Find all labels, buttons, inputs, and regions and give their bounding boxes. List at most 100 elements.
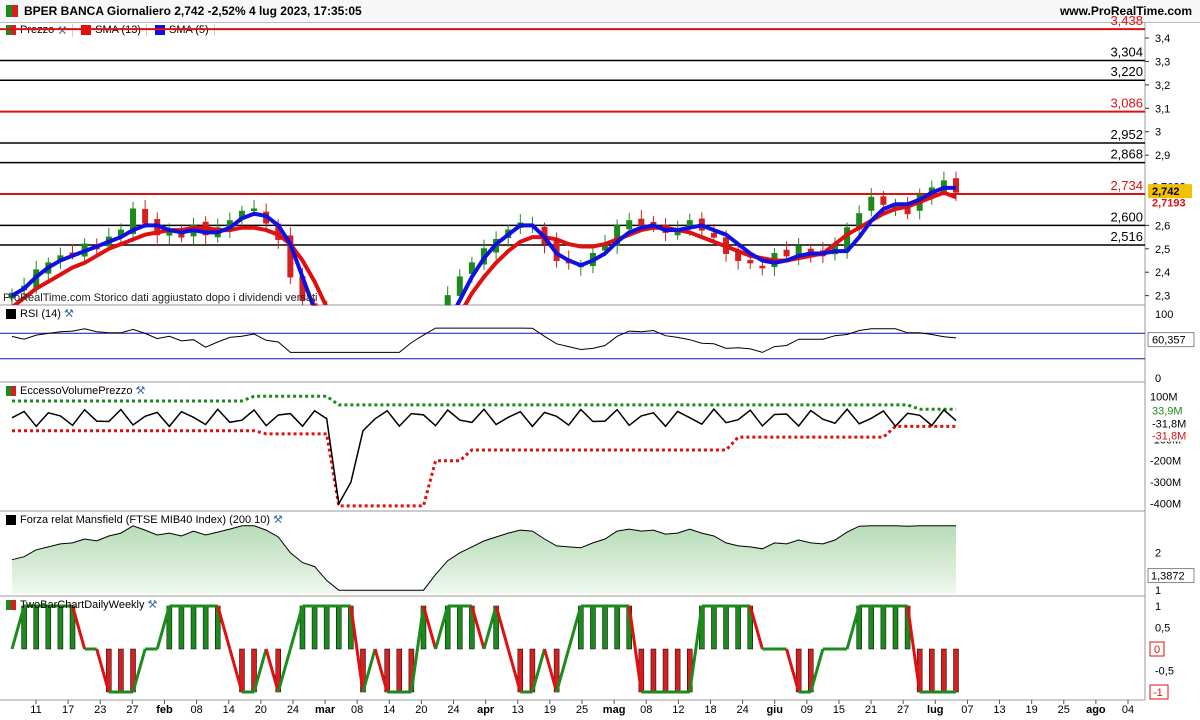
candle-body: [638, 218, 645, 226]
twobar-bar: [723, 605, 729, 650]
rsi-title: RSI (14): [20, 307, 61, 320]
volume-axis-label: -300M: [1150, 477, 1181, 489]
rsi-swatch-icon: [6, 308, 16, 319]
level-label: 2,868: [1110, 147, 1143, 162]
volume-axis-label: 100M: [1150, 391, 1178, 403]
mansfield-area: [12, 525, 956, 594]
x-axis-label: 12: [672, 704, 684, 716]
x-axis-label: 19: [1026, 704, 1038, 716]
twobar-bar: [711, 605, 717, 650]
candle-body: [142, 209, 149, 224]
mansfield-title: Forza relat Mansfield (FTSE MIB40 Index)…: [20, 513, 271, 526]
twobar-bar: [953, 648, 959, 693]
volume-legend[interactable]: EccessoVolumePrezzo ⚒: [0, 384, 145, 397]
twobar-bar: [614, 605, 620, 650]
x-axis-label: 14: [383, 704, 395, 716]
candle-body: [747, 260, 754, 264]
x-axis-label: 20: [255, 704, 267, 716]
candle-body: [710, 232, 717, 238]
candle-body: [759, 265, 766, 269]
mansfield-axis-label: 1: [1155, 585, 1161, 597]
x-axis-label: 07: [961, 704, 973, 716]
twobar-bar: [57, 605, 64, 650]
twobar-bar: [202, 605, 209, 650]
level-label: 3,220: [1110, 64, 1143, 79]
rsi-line: [11, 327, 957, 353]
x-axis-label: 13: [512, 704, 524, 716]
price-axis-label: 2,5: [1155, 244, 1170, 256]
price-axis-label: 2,6: [1155, 220, 1170, 232]
twobar-swatch-icon: [6, 599, 16, 610]
sma13-line: [11, 190, 957, 305]
volume-wrench-icon[interactable]: ⚒: [136, 384, 146, 397]
rsi-axis-label: 0: [1155, 373, 1161, 385]
x-axis-label: giu: [766, 704, 783, 716]
chart-canvas[interactable]: 3,4383,3043,2203,0862,9522,8682,7342,600…: [0, 0, 1200, 720]
twobar-bar: [396, 648, 403, 693]
x-axis-label: 24: [447, 704, 459, 716]
mansfield-legend[interactable]: Forza relat Mansfield (FTSE MIB40 Index)…: [0, 513, 283, 526]
candle-body: [783, 249, 790, 257]
x-axis-label: 17: [62, 704, 74, 716]
twobar-bar: [33, 605, 39, 650]
price-axis-label: 3,2: [1155, 80, 1170, 92]
volume-axis-label: -400M: [1150, 499, 1181, 511]
price-axis-label: 2,9: [1155, 150, 1170, 162]
mansfield-badge: 1,3872: [1151, 571, 1185, 583]
twobar-bar: [590, 605, 596, 650]
level-label: 2,600: [1110, 209, 1143, 224]
twobar-bar: [178, 605, 185, 650]
price-axis-label: 3,4: [1155, 33, 1170, 45]
rsi-legend[interactable]: RSI (14) ⚒: [0, 307, 74, 320]
twobar-axis-label: -0,5: [1155, 666, 1174, 678]
x-axis-label: apr: [477, 704, 495, 716]
mansfield-wrench-icon[interactable]: ⚒: [273, 513, 283, 526]
x-axis-label: 15: [833, 704, 845, 716]
price-watermark: ProRealTime.com Storico dati aggiustato …: [3, 292, 318, 304]
x-axis-label: 21: [865, 704, 877, 716]
twobar-axis-label: 1: [1155, 601, 1161, 613]
x-axis-label: 19: [544, 704, 556, 716]
price-axis-label: 2,3: [1155, 291, 1170, 303]
badge-sma13: 2,7193: [1152, 198, 1186, 210]
candle-body: [626, 220, 633, 230]
volume-line: [11, 408, 957, 506]
x-axis-label: 09: [801, 704, 813, 716]
x-axis-label: 24: [287, 704, 299, 716]
twobar-wrench-icon[interactable]: ⚒: [148, 598, 158, 611]
twobar-bar: [662, 648, 669, 693]
level-label: 3,304: [1110, 45, 1143, 60]
twobar-bar: [323, 605, 330, 650]
twobar-legend[interactable]: TwoBarChartDailyWeekly ⚒: [0, 598, 157, 611]
x-axis-label: 08: [640, 704, 652, 716]
price-axis-label: 3: [1155, 127, 1161, 139]
x-axis-label: 13: [993, 704, 1005, 716]
volume-swatch-icon: [6, 385, 16, 396]
volume-title: EccessoVolumePrezzo: [20, 384, 133, 397]
twobar-bar: [457, 605, 463, 650]
x-axis-label: 27: [126, 704, 138, 716]
x-axis-label: 23: [94, 704, 106, 716]
rsi-wrench-icon[interactable]: ⚒: [64, 307, 74, 320]
level-label: 2,952: [1110, 127, 1143, 142]
twobar-badge-zero: 0: [1154, 644, 1160, 656]
twobar-axis-label: 0,5: [1155, 623, 1170, 635]
level-label: 2,516: [1110, 229, 1143, 244]
candle-body: [444, 295, 451, 306]
x-axis-label: 24: [736, 704, 748, 716]
level-label: 2,734: [1110, 178, 1143, 193]
x-axis-label: 18: [704, 704, 716, 716]
volume-badge-upper: 33,9M: [1152, 405, 1183, 417]
candle-body: [953, 178, 959, 193]
twobar-badge-neg: -1: [1153, 687, 1163, 699]
x-axis-label: mar: [315, 704, 336, 716]
x-axis-label: lug: [927, 704, 944, 716]
badge-last: 2,742: [1152, 186, 1180, 198]
twobar-bar: [892, 605, 899, 650]
twobar-bar: [735, 605, 741, 650]
x-axis-label: ago: [1086, 704, 1106, 716]
x-axis-label: feb: [156, 704, 173, 716]
volume-lower-line: [12, 424, 956, 508]
mansfield-swatch-icon: [6, 514, 16, 525]
x-axis-label: 25: [576, 704, 588, 716]
